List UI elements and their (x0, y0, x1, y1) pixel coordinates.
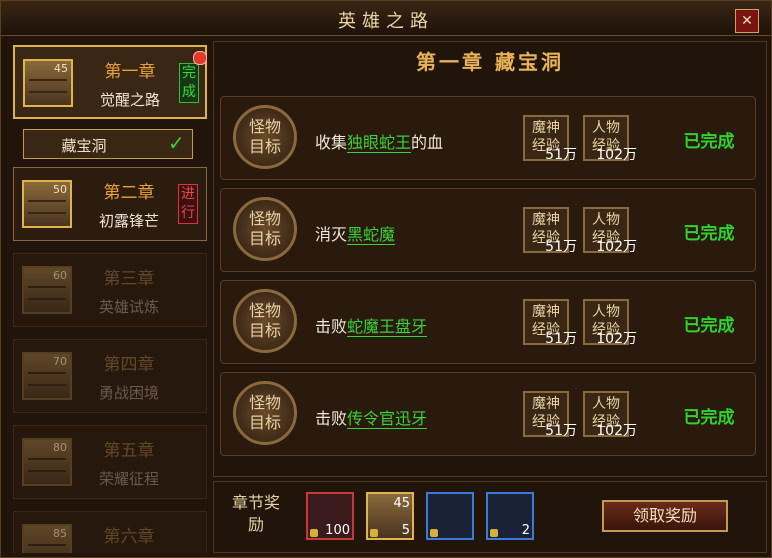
notification-dot-icon (193, 51, 207, 65)
chapter-header: 第一章 藏宝洞 (416, 50, 564, 74)
close-button[interactable]: ✕ (735, 9, 759, 33)
task-row: 怪物目标 击败蛇魔王盘牙 魔神经验 51万 人物经验 102万 已完成 (220, 280, 756, 364)
task-status: 已完成 (683, 132, 735, 152)
chapter-subtitle: 荣耀征程 (98, 470, 159, 488)
task-status: 已完成 (683, 408, 735, 428)
status-badge: 完成 (179, 63, 199, 103)
task-description: 击败蛇魔王盘牙 (315, 317, 428, 337)
chapter-subtitle: 英雄试炼 (98, 298, 159, 316)
chapter-subtitle: 初露锋芒 (98, 212, 159, 230)
reward-char-exp: 人物经验 102万 (583, 299, 637, 347)
chapter-title: 第五章 (103, 441, 155, 461)
chapter-item-4[interactable]: 70 第四章 勇战困境 (13, 339, 207, 413)
chapter-title: 第一章 (104, 62, 156, 82)
chest-icon: 80 (22, 438, 72, 486)
claim-reward-button[interactable]: 领取奖励 (602, 500, 728, 532)
reward-magic-exp: 魔神经验 51万 (523, 391, 577, 439)
chapter-detail-panel: 第一章 藏宝洞 怪物目标 收集独眼蛇王的血 魔神经验 51万 人物经验 102万 已… (213, 41, 767, 477)
chapter-title: 第四章 (103, 355, 155, 375)
silver-ingot-icon[interactable]: 100 (306, 492, 354, 540)
reward-char-exp: 人物经验 102万 (583, 115, 637, 163)
task-status: 已完成 (683, 224, 735, 244)
task-description: 击败传令官迅牙 (315, 409, 428, 429)
title-bar: 英雄之路 ✕ (1, 1, 771, 36)
chest-icon: 45 (23, 59, 73, 107)
task-description: 消灭黑蛇魔 (315, 225, 396, 245)
monster-target-medal-icon: 怪物目标 (233, 289, 297, 353)
chest-icon: 60 (22, 266, 72, 314)
subchapter-label: 藏宝洞 (61, 137, 107, 155)
monster-target-medal-icon: 怪物目标 (233, 105, 297, 169)
chapter-title: 第二章 (103, 183, 155, 203)
task-row: 怪物目标 消灭黑蛇魔 魔神经验 51万 人物经验 102万 已完成 (220, 188, 756, 272)
chest-icon: 50 (22, 180, 72, 228)
chapter-subtitle: 觉醒之路 (99, 91, 160, 109)
subchapter-item-treasure-cave[interactable]: 藏宝洞 ✓ (23, 129, 193, 159)
task-row: 怪物目标 击败传令官迅牙 魔神经验 51万 人物经验 102万 已完成 (220, 372, 756, 456)
reward-magic-exp: 魔神经验 51万 (523, 299, 577, 347)
chapter-item-5[interactable]: 80 第五章 荣耀征程 (13, 425, 207, 499)
task-target-link[interactable]: 独眼蛇王 (347, 133, 412, 153)
task-target-link[interactable]: 黑蛇魔 (347, 225, 396, 245)
monster-target-medal-icon: 怪物目标 (233, 197, 297, 261)
monster-target-medal-icon: 怪物目标 (233, 381, 297, 445)
chapter-list: 45 第一章 觉醒之路 完成 藏宝洞 ✓ 50 第二章 初露锋芒 进行 60 第… (9, 41, 209, 553)
chest-icon: 70 (22, 352, 72, 400)
window-title: 英雄之路 (338, 11, 434, 32)
chest-icon: 85 (22, 524, 72, 553)
reward-char-exp: 人物经验 102万 (583, 391, 637, 439)
red-gem-icon[interactable]: 2 (486, 492, 534, 540)
reward-magic-exp: 魔神经验 51万 (523, 115, 577, 163)
chapter-title: 第三章 (103, 269, 155, 289)
chapter-item-6[interactable]: 85 第六章 (13, 511, 207, 553)
check-icon: ✓ (168, 131, 185, 155)
chapter-title: 第六章 (103, 527, 155, 547)
task-target-link[interactable]: 蛇魔王盘牙 (347, 317, 428, 337)
reward-magic-exp: 魔神经验 51万 (523, 207, 577, 255)
reward-char-exp: 人物经验 102万 (583, 207, 637, 255)
gold-bar-icon[interactable] (426, 492, 474, 540)
chapter-reward-label: 章节奖励 (232, 493, 281, 534)
chapter-subtitle: 勇战困境 (98, 384, 159, 402)
chapter-item-2[interactable]: 50 第二章 初露锋芒 进行 (13, 167, 207, 241)
task-target-link[interactable]: 传令官迅牙 (347, 409, 428, 429)
task-status: 已完成 (683, 316, 735, 336)
chest-icon[interactable]: 45 5 (366, 492, 414, 540)
chapter-item-1[interactable]: 45 第一章 觉醒之路 完成 (13, 45, 207, 119)
task-row: 怪物目标 收集独眼蛇王的血 魔神经验 51万 人物经验 102万 已完成 (220, 96, 756, 180)
status-badge: 进行 (178, 184, 198, 224)
chapter-reward-bar: 章节奖励 100 45 5 2 领取奖励 (213, 481, 767, 553)
chapter-item-3[interactable]: 60 第三章 英雄试炼 (13, 253, 207, 327)
hero-road-window: 英雄之路 ✕ 45 第一章 觉醒之路 完成 藏宝洞 ✓ 50 第二章 初露锋芒 … (0, 0, 772, 558)
task-description: 收集独眼蛇王的血 (315, 133, 444, 153)
